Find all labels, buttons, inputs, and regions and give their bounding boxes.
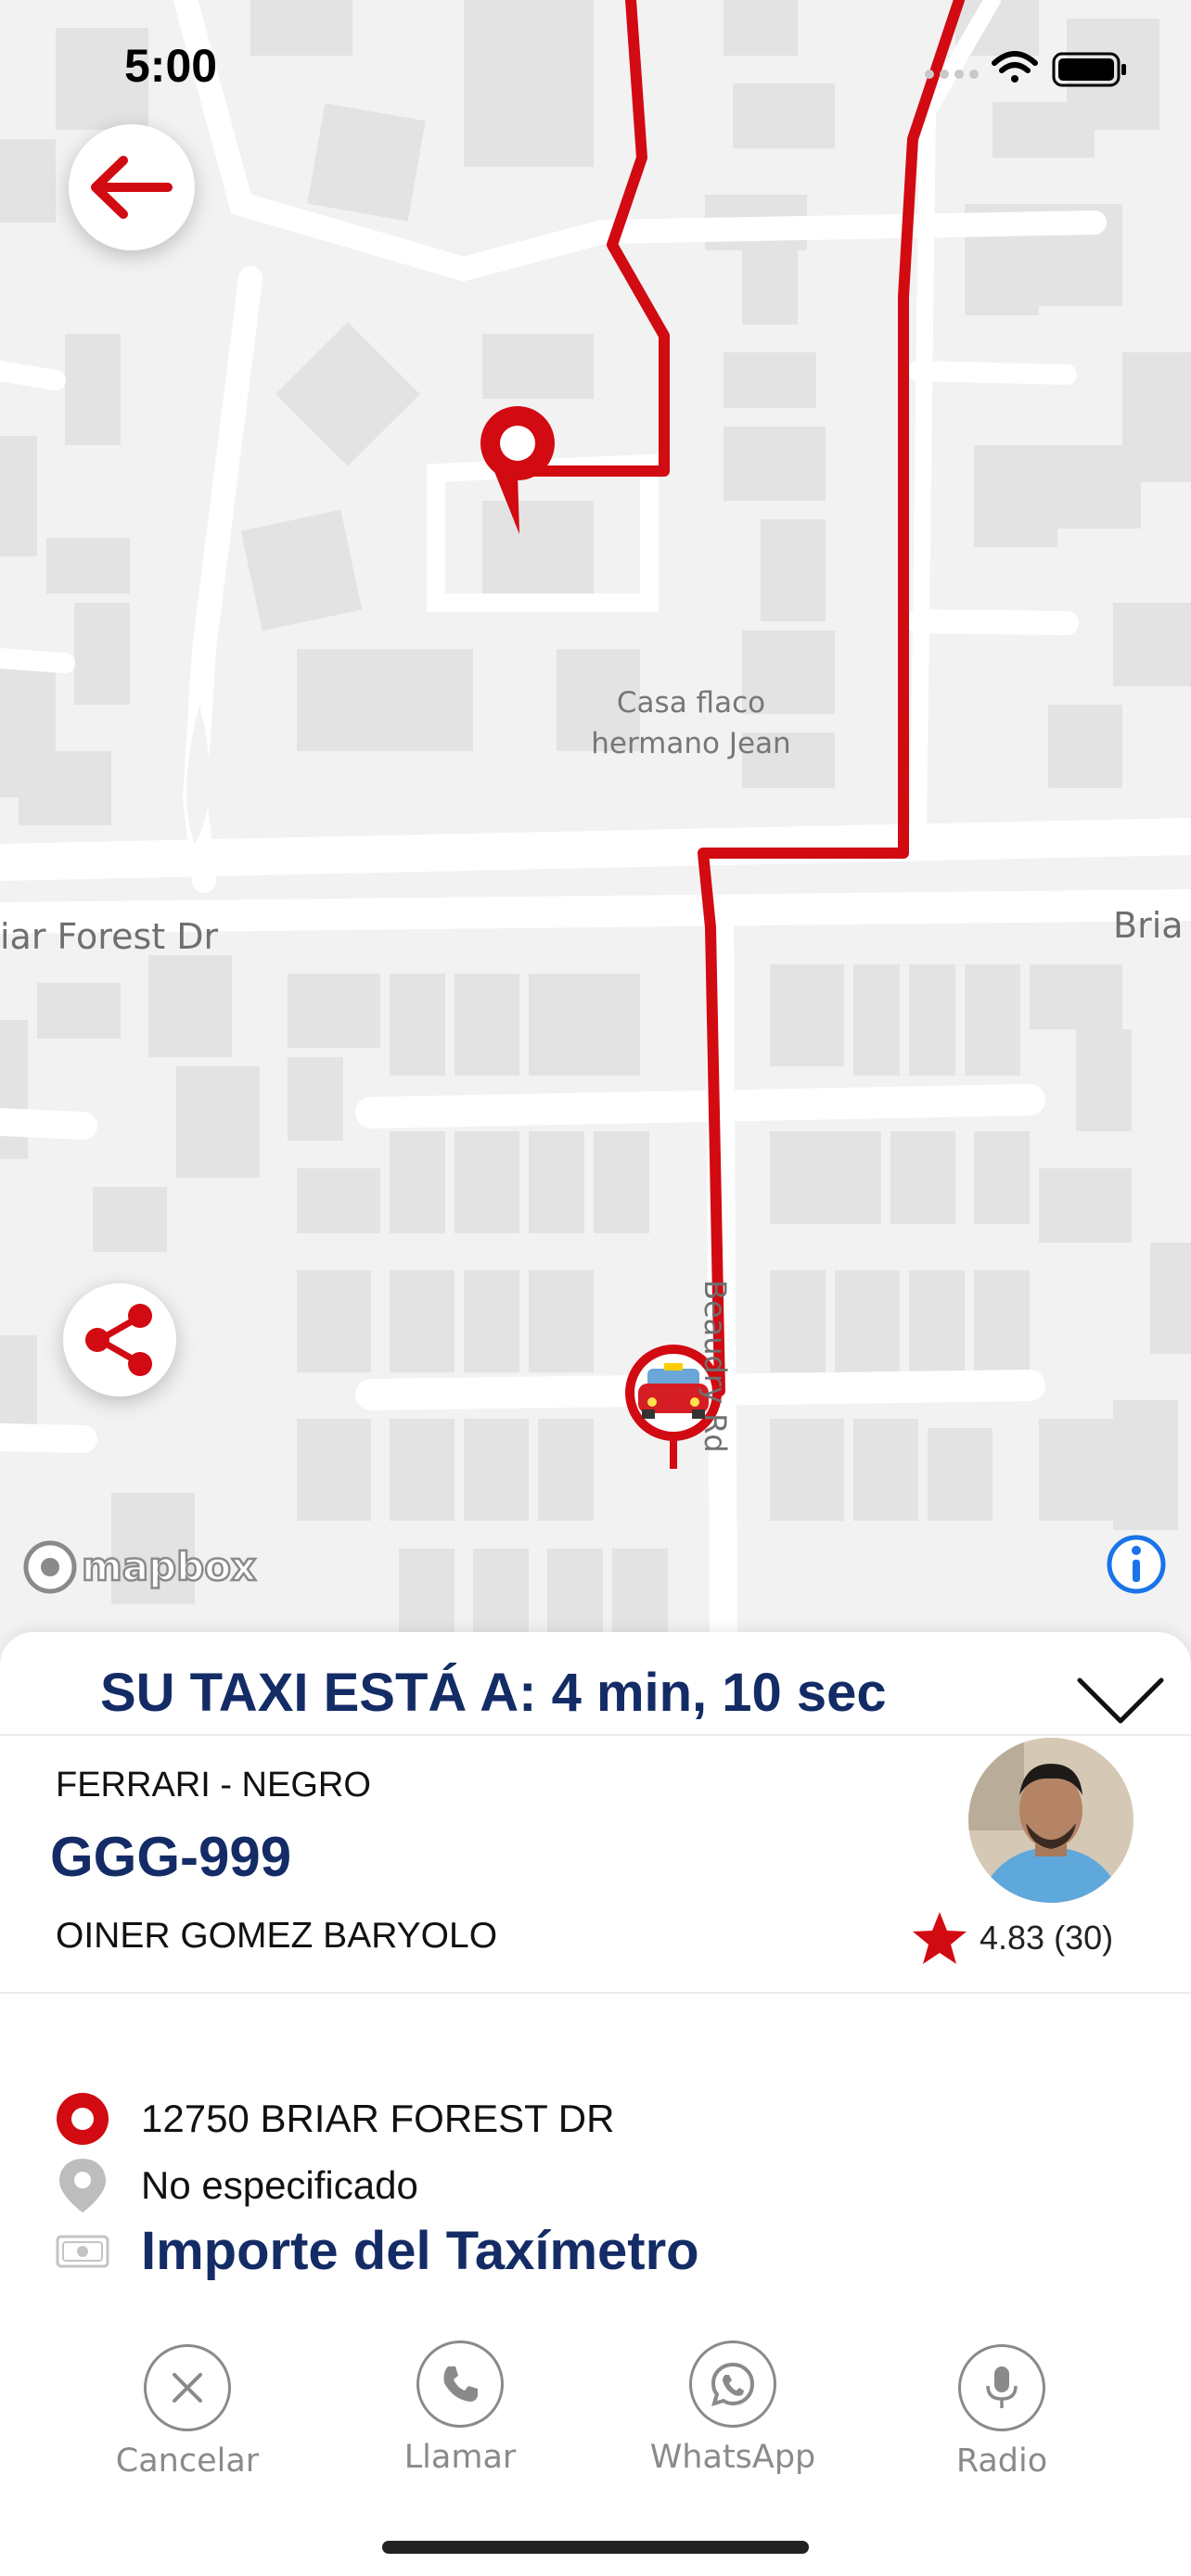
map-view[interactable]: Beaudry Rd <box>0 0 1191 1646</box>
divider <box>0 1992 1191 1994</box>
pickup-marker-icon <box>57 2093 109 2145</box>
poi-label: Casa flaco hermano Jean <box>591 686 791 760</box>
close-icon <box>173 2373 202 2403</box>
whatsapp-label: WhatsApp <box>649 2439 816 2476</box>
signal-icon <box>925 70 979 79</box>
fare-label: Importe del Taxímetro <box>141 2221 699 2281</box>
call-circle <box>416 2340 504 2428</box>
radio-button[interactable]: Radio <box>900 2344 1104 2480</box>
location-pin-icon <box>59 2159 106 2213</box>
rating-value: 4.83 (30) <box>980 1919 1114 1957</box>
home-indicator[interactable] <box>382 2541 809 2554</box>
mapbox-logo: mapbox <box>20 1536 262 1605</box>
info-icon <box>1107 1535 1166 1594</box>
phone-icon <box>443 2366 478 2402</box>
radio-label: Radio <box>955 2442 1048 2480</box>
status-time: 5:00 <box>124 40 218 92</box>
street-label-left: iar Forest Dr <box>0 916 219 957</box>
status-icons <box>922 45 1135 96</box>
destination-address: No especificado <box>141 2163 418 2207</box>
money-icon <box>56 2235 109 2267</box>
share-icon <box>85 1304 152 1376</box>
driver-avatar <box>968 1738 1133 1903</box>
driver-rating: 4.83 (30) <box>911 1910 1113 1966</box>
call-label: Llamar <box>403 2439 517 2476</box>
license-plate: GGG-999 <box>50 1826 292 1888</box>
cancel-button[interactable]: Cancelar <box>85 2344 289 2480</box>
microphone-icon <box>986 2366 1018 2408</box>
collapse-button[interactable] <box>1076 1673 1165 1733</box>
fare-row: Importe del Taxímetro <box>56 2220 699 2282</box>
whatsapp-icon <box>711 2362 755 2406</box>
chevron-down-icon <box>1077 1677 1164 1724</box>
street-vertical-label: Beaudry Rd <box>698 1280 733 1453</box>
battery-icon <box>1052 52 1126 87</box>
whatsapp-button[interactable]: WhatsApp <box>631 2340 835 2476</box>
pickup-address: 12750 BRIAR FOREST DR <box>141 2097 615 2140</box>
trip-info-sheet: SU TAXI ESTÁ A: 4 min, 10 sec FERRARI - … <box>0 1632 1191 2576</box>
arrow-left-icon <box>91 156 173 219</box>
divider <box>0 1734 1191 1736</box>
radio-circle <box>958 2344 1045 2431</box>
star-icon <box>913 1912 967 1964</box>
call-button[interactable]: Llamar <box>358 2340 562 2476</box>
back-button[interactable] <box>69 124 195 250</box>
pickup-row: 12750 BRIAR FOREST DR <box>56 2092 614 2146</box>
car-model: FERRARI - NEGRO <box>56 1766 371 1804</box>
whatsapp-circle <box>689 2340 776 2428</box>
cancel-label: Cancelar <box>115 2442 260 2480</box>
map-canvas: Beaudry Rd <box>0 0 1191 1646</box>
share-button[interactable] <box>63 1283 176 1396</box>
eta-text: SU TAXI ESTÁ A: 4 min, 10 sec <box>100 1663 887 1723</box>
destination-row: No especificado <box>56 2157 418 2214</box>
driver-name: OINER GOMEZ BARYOLO <box>56 1916 498 1956</box>
wifi-icon <box>992 51 1038 83</box>
cancel-circle <box>144 2344 231 2431</box>
svg-text:mapbox: mapbox <box>82 1544 256 1589</box>
street-label-right: Bria <box>1113 905 1184 946</box>
info-button[interactable] <box>1104 1532 1169 1601</box>
